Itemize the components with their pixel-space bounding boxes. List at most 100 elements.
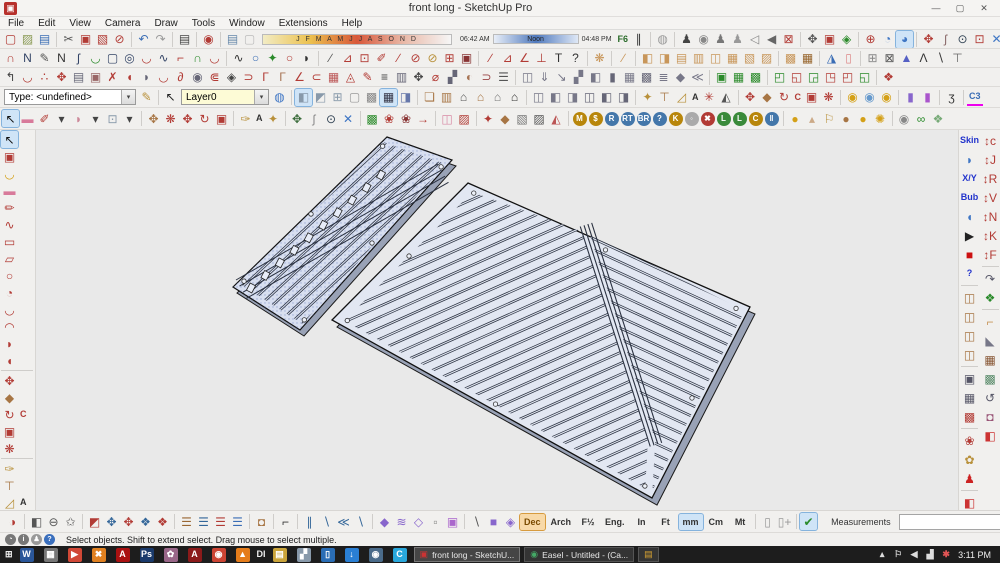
wire-box-2-icon[interactable]: ⊠ bbox=[881, 50, 898, 67]
cursor-black-icon[interactable]: ↖ bbox=[162, 89, 179, 106]
angle-line-icon[interactable]: ∕ bbox=[482, 50, 499, 67]
sand-dark-icon[interactable]: ▦ bbox=[799, 50, 816, 67]
arc-2-icon[interactable]: ◠ bbox=[1, 318, 18, 335]
pick-main-icon[interactable]: ⊤ bbox=[1, 477, 18, 494]
viewport[interactable] bbox=[36, 130, 958, 510]
figure-b-icon[interactable]: ♟ bbox=[729, 31, 746, 48]
purple-2-icon[interactable]: ≋ bbox=[393, 513, 410, 530]
shade-box-icon[interactable]: ▞ bbox=[444, 69, 461, 86]
dark-slash-box-icon[interactable]: ▣ bbox=[458, 50, 475, 67]
bub-icon[interactable]: Bub bbox=[959, 189, 981, 206]
comb-dark-icon[interactable]: ☰ bbox=[495, 69, 512, 86]
copy-4-icon[interactable]: ◫ bbox=[961, 346, 978, 363]
model-view[interactable] bbox=[36, 130, 958, 510]
guide-bars-icon[interactable]: ∥ bbox=[630, 31, 647, 48]
sand-slash-icon[interactable]: ∕ bbox=[615, 50, 632, 67]
pair-2-icon[interactable]: ◧ bbox=[547, 89, 564, 106]
half-d-icon[interactable]: ◗ bbox=[298, 50, 315, 67]
menu-item-extensions[interactable]: Extensions bbox=[279, 18, 328, 29]
sand-7-icon[interactable]: ▧ bbox=[741, 50, 758, 67]
note-pink-icon[interactable]: ▯ bbox=[840, 50, 857, 67]
save-file-icon[interactable]: ▤ bbox=[36, 31, 53, 48]
font-f6-icon[interactable]: F6 bbox=[616, 31, 631, 48]
pair-5-icon[interactable]: ◧ bbox=[598, 89, 615, 106]
measurements-input[interactable] bbox=[899, 514, 1000, 530]
scale-main-icon[interactable]: ▣ bbox=[1, 423, 18, 440]
unit-cm[interactable]: Cm bbox=[705, 514, 728, 530]
di-app-icon[interactable]: DI bbox=[255, 546, 268, 563]
sine-icon[interactable]: ∿ bbox=[155, 50, 172, 67]
x-box-icon[interactable]: ⊠ bbox=[780, 31, 797, 48]
pair-4-icon[interactable]: ◫ bbox=[581, 89, 598, 106]
arrow-se-gray-icon[interactable]: ↘ bbox=[553, 69, 570, 86]
house-tan-icon[interactable]: ⌂ bbox=[472, 89, 489, 106]
badge-x-icon[interactable]: ✖ bbox=[701, 112, 715, 126]
net-green-icon[interactable]: ❖ bbox=[930, 110, 947, 127]
weight-icon[interactable]: ⊤ bbox=[949, 50, 966, 67]
box-tan-icon[interactable]: ❏ bbox=[421, 89, 438, 106]
select-main-icon[interactable]: ↖ bbox=[1, 131, 18, 148]
chevrons-gray-icon[interactable]: ≪ bbox=[689, 69, 706, 86]
rotate-red-icon[interactable]: ↻ bbox=[776, 89, 793, 106]
c-curve-icon[interactable]: ⊂ bbox=[308, 69, 325, 86]
open-file-icon[interactable]: ▨ bbox=[19, 31, 36, 48]
dd-1-icon[interactable]: ▾ bbox=[53, 110, 70, 127]
zoom-ext-2-icon[interactable]: ✕ bbox=[340, 110, 357, 127]
protractor-main-icon[interactable]: ◿ bbox=[1, 494, 18, 511]
face-shaded-icon[interactable]: ▩ bbox=[363, 89, 380, 106]
dome-icon[interactable]: ∩ bbox=[189, 50, 206, 67]
dd-2-icon[interactable]: ▾ bbox=[87, 110, 104, 127]
star-out-icon[interactable]: ✩ bbox=[62, 513, 79, 530]
move-2-icon[interactable]: ✥ bbox=[179, 110, 196, 127]
corner-arrow-icon[interactable]: ↰ bbox=[2, 69, 19, 86]
dots-red-icon[interactable]: ∴ bbox=[36, 69, 53, 86]
green-box-3-icon[interactable]: ▩ bbox=[747, 69, 764, 86]
position-camera-icon[interactable]: ✥ bbox=[920, 31, 937, 48]
head-gray-icon[interactable]: ◉ bbox=[896, 110, 913, 127]
comp-5-icon[interactable]: ❖ bbox=[154, 513, 171, 530]
dd-3-icon[interactable]: ▾ bbox=[121, 110, 138, 127]
move-icon[interactable]: ✥ bbox=[145, 110, 162, 127]
redo-icon[interactable]: ↷ bbox=[152, 31, 169, 48]
brick-icon[interactable]: ▦ bbox=[982, 351, 999, 368]
pencil-red-icon[interactable]: ✎ bbox=[359, 69, 376, 86]
equal-dark-icon[interactable]: ≡ bbox=[376, 69, 393, 86]
diamond-gray-icon[interactable]: ◆ bbox=[672, 69, 689, 86]
circle-main-icon[interactable]: ○ bbox=[1, 267, 18, 284]
cyl-purple-1-icon[interactable]: ▮ bbox=[902, 89, 919, 106]
green-box-2-icon[interactable]: ▦ bbox=[730, 69, 747, 86]
hatch-dark-icon[interactable]: ▨ bbox=[531, 110, 548, 127]
sand-8-icon[interactable]: ▨ bbox=[758, 50, 775, 67]
bone-icon[interactable]: ⌐ bbox=[982, 313, 999, 330]
word-icon[interactable]: W bbox=[20, 548, 34, 562]
house-dark-icon[interactable]: ⌂ bbox=[506, 89, 523, 106]
look-around-icon[interactable]: ◕ bbox=[896, 31, 913, 48]
partial-icon[interactable]: ∂ bbox=[172, 69, 189, 86]
badge-rt-icon[interactable]: RT bbox=[621, 112, 635, 126]
gem-dark-icon[interactable]: ◈ bbox=[223, 69, 240, 86]
download-app-icon[interactable]: ↓ bbox=[345, 548, 359, 562]
maximize-button[interactable]: ▢ bbox=[948, 1, 972, 16]
moss-brick-icon[interactable]: ▩ bbox=[982, 370, 999, 387]
angle-tri-icon[interactable]: ⊿ bbox=[499, 50, 516, 67]
menu-item-file[interactable]: File bbox=[8, 18, 24, 29]
sort-c-icon[interactable]: ↕c bbox=[982, 132, 999, 149]
perp-icon[interactable]: ⊥ bbox=[533, 50, 550, 67]
arc-h-icon[interactable]: ∩ bbox=[2, 50, 19, 67]
face-back-icon[interactable]: ◩ bbox=[312, 89, 329, 106]
hook-red-icon[interactable]: ⊃ bbox=[478, 69, 495, 86]
paste-icon[interactable]: ▣ bbox=[77, 31, 94, 48]
badge-r-icon[interactable]: R bbox=[605, 112, 619, 126]
pan-icon[interactable]: ʃ bbox=[306, 110, 323, 127]
tri-slope-icon[interactable]: ⊿ bbox=[339, 50, 356, 67]
corner-6-icon[interactable]: ◱ bbox=[856, 69, 873, 86]
bub-shape-icon[interactable]: ◖ bbox=[961, 208, 978, 225]
fruit-basket-1-icon[interactable]: ❀ bbox=[961, 432, 978, 449]
menu-item-tools[interactable]: Tools bbox=[192, 18, 215, 29]
apply-check-icon[interactable]: ✔ bbox=[800, 513, 817, 530]
grid-box-red-icon[interactable]: ▦ bbox=[325, 69, 342, 86]
sphere-icon[interactable]: ◍ bbox=[654, 31, 671, 48]
unit-in[interactable]: In bbox=[631, 514, 653, 530]
text-main-icon[interactable]: A bbox=[18, 494, 29, 511]
pencil-n-icon[interactable]: ✎ bbox=[36, 50, 53, 67]
